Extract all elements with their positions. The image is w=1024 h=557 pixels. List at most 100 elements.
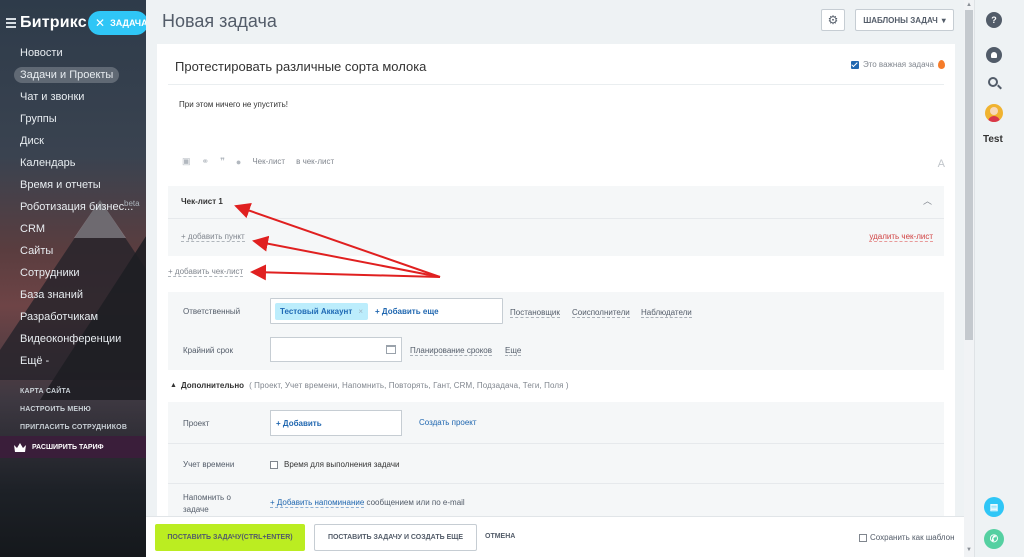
project-field[interactable]: + Добавить [270,410,402,436]
project-add-link[interactable]: + Добавить [276,419,322,428]
user-name[interactable]: Test [983,134,1003,145]
sidebar-item-employees[interactable]: Сотрудники [0,262,146,284]
sidebar-item-video[interactable]: Видеоконференции [0,328,146,350]
sidebar-item-developers[interactable]: Разработчикам [0,306,146,328]
divider [168,483,944,484]
footer-bar: ПОСТАВИТЬ ЗАДАЧУ(CTRL+ENTER) ПОСТАВИТЬ З… [146,516,964,557]
sidebar-item-label: Новости [20,47,63,59]
divider [168,218,944,219]
sidebar-item-label: Сотрудники [20,267,80,279]
scroll-up-icon[interactable]: ▲ [966,2,972,8]
sitemap-link[interactable]: КАРТА САЙТА [20,383,127,401]
time-checkbox[interactable] [270,461,278,469]
time-checkbox-label[interactable]: Время для выполнения задачи [284,460,399,469]
save-template-toggle[interactable]: Сохранить как шаблон [859,533,955,542]
sidebar-links: КАРТА САЙТА НАСТРОИТЬ МЕНЮ ПРИГЛАСИТЬ СО… [20,383,127,437]
sidebar-item-label: Время и отчеты [20,179,101,191]
phone-icon[interactable]: ✆ [984,529,1004,549]
menu-icon[interactable] [6,18,16,28]
sidebar-item-label: CRM [20,223,46,235]
submit-button[interactable]: ПОСТАВИТЬ ЗАДАЧУ(CTRL+ENTER) [155,524,305,551]
sidebar-item-label: Роботизация бизнес... [20,201,134,213]
deadline-input[interactable] [270,337,402,362]
add-checklist-link[interactable]: + добавить чек-лист [168,267,244,277]
save-template-checkbox[interactable] [859,533,867,542]
checklist-title[interactable]: Чек-лист 1 [181,197,223,206]
templates-label: ШАБЛОНЫ ЗАДАЧ [863,15,938,25]
task-title-input[interactable]: Протестировать различные сорта молока [175,59,426,74]
sidebar-item-knowledge[interactable]: База знаний [0,284,146,306]
divider [168,84,944,85]
link-icon[interactable]: ⚭ [202,156,210,167]
logo[interactable]: Битрикс [20,14,87,32]
sidebar-item-crm[interactable]: CRM [0,218,146,240]
mention-icon[interactable]: ● [236,157,241,167]
planning-link[interactable]: Планирование сроков [410,346,493,356]
sidebar-item-label: Диск [20,135,44,147]
creator-link[interactable]: Постановщик [510,308,560,318]
search-icon[interactable] [988,77,998,87]
coexecutors-link[interactable]: Соисполнители [572,308,630,318]
remind-label-line: Напомнить о [183,493,231,502]
important-checkbox[interactable] [850,60,859,69]
sidebar-item-more[interactable]: Ещё - [0,350,146,372]
sidebar-item-label: Задачи и Проекты [14,67,120,83]
scroll-thumb[interactable] [965,10,973,340]
divider [168,443,944,444]
bell-icon[interactable] [986,47,1002,63]
sidebar-item-robotization[interactable]: Роботизация бизнес... beta [0,196,146,218]
description-editor[interactable]: При этом ничего не упустить! [179,100,288,109]
templates-button[interactable]: ШАБЛОНЫ ЗАДАЧ ▾ [855,9,954,31]
submit-and-create-button[interactable]: ПОСТАВИТЬ ЗАДАЧУ И СОЗДАТЬ ЕЩЕ [314,524,477,551]
sidebar-item-label: Сайты [20,245,54,257]
add-more-link[interactable]: + Добавить еще [375,307,439,316]
sidebar-item-label: Группы [20,113,57,125]
sidebar-item-groups[interactable]: Группы [0,108,146,130]
upgrade-button[interactable]: РАСШИРИТЬ ТАРИФ [0,436,146,458]
create-project-link[interactable]: Создать проект [419,418,477,427]
file-icon[interactable]: ▣ [182,156,191,167]
more-link[interactable]: Еще [505,346,522,356]
task-pill[interactable]: ✕ ЗАДАЧА [88,11,146,35]
help-icon[interactable]: ? [986,12,1002,28]
sidebar-item-tasks[interactable]: Задачи и Проекты [0,64,146,86]
close-icon[interactable]: ✕ [95,16,105,30]
sidebar-item-disk[interactable]: Диск [0,130,146,152]
add-reminder-link[interactable]: + Добавить напоминание [270,498,365,508]
important-toggle[interactable]: Это важная задача [850,60,945,69]
sidebar-item-calendar[interactable]: Календарь [0,152,146,174]
close-icon[interactable]: × [358,307,363,316]
font-icon[interactable]: A [938,158,945,170]
additional-header[interactable]: ▲ Дополнительно ( Проект, Учет времени, … [170,381,569,390]
settings-button[interactable]: ⚙ [821,9,845,31]
observers-link[interactable]: Наблюдатели [641,308,692,318]
responsible-field[interactable]: Тестовый Аккаунт × + Добавить еще [270,298,503,324]
user-chip[interactable]: Тестовый Аккаунт × [275,303,368,320]
checklist-tool[interactable]: Чек-лист [252,157,285,166]
add-checklist-item-link[interactable]: + добавить пункт [181,232,245,242]
document-icon[interactable]: ▤ [984,497,1004,517]
chevron-down-icon: ▾ [941,15,946,25]
configure-menu-link[interactable]: НАСТРОИТЬ МЕНЮ [20,401,127,419]
remind-label: Напомнить о задаче [183,492,231,516]
sidebar-item-label: База знаний [20,289,84,301]
cancel-button[interactable]: ОТМЕНА [485,533,515,540]
invite-link[interactable]: ПРИГЛАСИТЬ СОТРУДНИКОВ [20,419,127,437]
page-title: Новая задача [162,11,277,31]
sidebar-item-news[interactable]: Новости [0,42,146,64]
quote-icon[interactable]: ❞ [220,156,225,167]
save-template-label: Сохранить как шаблон [870,533,955,542]
sidebar-menu: Новости Задачи и Проекты Чат и звонки Гр… [0,42,146,372]
chevron-up-icon[interactable]: ︿ [923,194,932,207]
upgrade-label: РАСШИРИТЬ ТАРИФ [32,443,104,451]
sidebar-item-sites[interactable]: Сайты [0,240,146,262]
calendar-icon[interactable] [386,345,396,354]
to-checklist-tool[interactable]: в чек-лист [296,157,334,166]
avatar[interactable] [985,104,1003,122]
sidebar-item-label: Разработчикам [20,311,99,323]
sidebar-item-chat[interactable]: Чат и звонки [0,86,146,108]
delete-checklist-link[interactable]: удалить чек-лист [869,232,933,242]
editor-toolbar: ▣ ⚭ ❞ ● Чек-лист в чек-лист [182,156,334,167]
scrollbar[interactable]: ▲ ▼ [964,0,974,557]
scroll-down-icon[interactable]: ▼ [966,547,972,553]
